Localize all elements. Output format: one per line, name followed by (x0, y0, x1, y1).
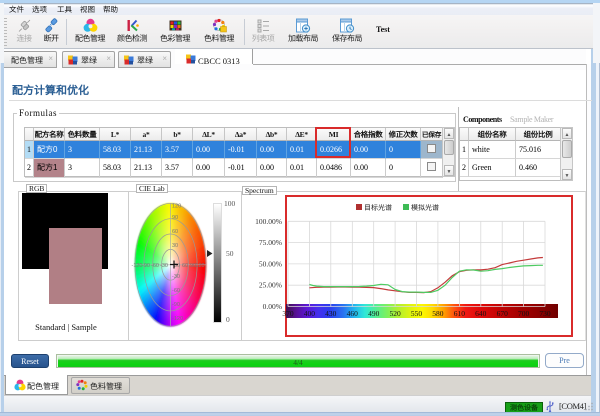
svg-text:30: 30 (172, 243, 178, 249)
svg-text:550: 550 (411, 309, 423, 318)
svg-text:50.00%: 50.00% (259, 259, 282, 268)
svg-text:730: 730 (539, 309, 551, 318)
svg-text:520: 520 (389, 309, 401, 318)
svg-text:400: 400 (304, 309, 316, 318)
svg-text:370: 370 (282, 309, 294, 318)
svg-text:610: 610 (454, 309, 466, 318)
svg-text:120: 120 (195, 263, 204, 269)
svg-text:490: 490 (368, 309, 380, 318)
svg-text:670: 670 (497, 309, 509, 318)
svg-text:25.00%: 25.00% (259, 281, 282, 290)
svg-text:580: 580 (432, 309, 444, 318)
svg-text:-120: -120 (172, 316, 183, 322)
svg-text:640: 640 (475, 309, 487, 318)
svg-text:-90: -90 (142, 263, 150, 269)
svg-text:60: 60 (172, 229, 178, 235)
svg-text:-90: -90 (172, 302, 180, 308)
svg-text:430: 430 (325, 309, 337, 318)
svg-text:60: 60 (182, 263, 188, 269)
svg-text:0.00%: 0.00% (263, 302, 282, 311)
svg-text:100.00%: 100.00% (255, 217, 282, 226)
svg-text:-60: -60 (172, 288, 180, 294)
svg-text:-30: -30 (172, 274, 180, 280)
svg-text:-60: -60 (151, 263, 159, 269)
svg-text:460: 460 (347, 309, 359, 318)
svg-text:120: 120 (172, 204, 181, 210)
svg-text:-120: -120 (131, 263, 142, 269)
svg-text:-30: -30 (160, 263, 168, 269)
svg-text:75.00%: 75.00% (259, 238, 282, 247)
svg-text:90: 90 (172, 215, 178, 221)
svg-text:700: 700 (518, 309, 530, 318)
